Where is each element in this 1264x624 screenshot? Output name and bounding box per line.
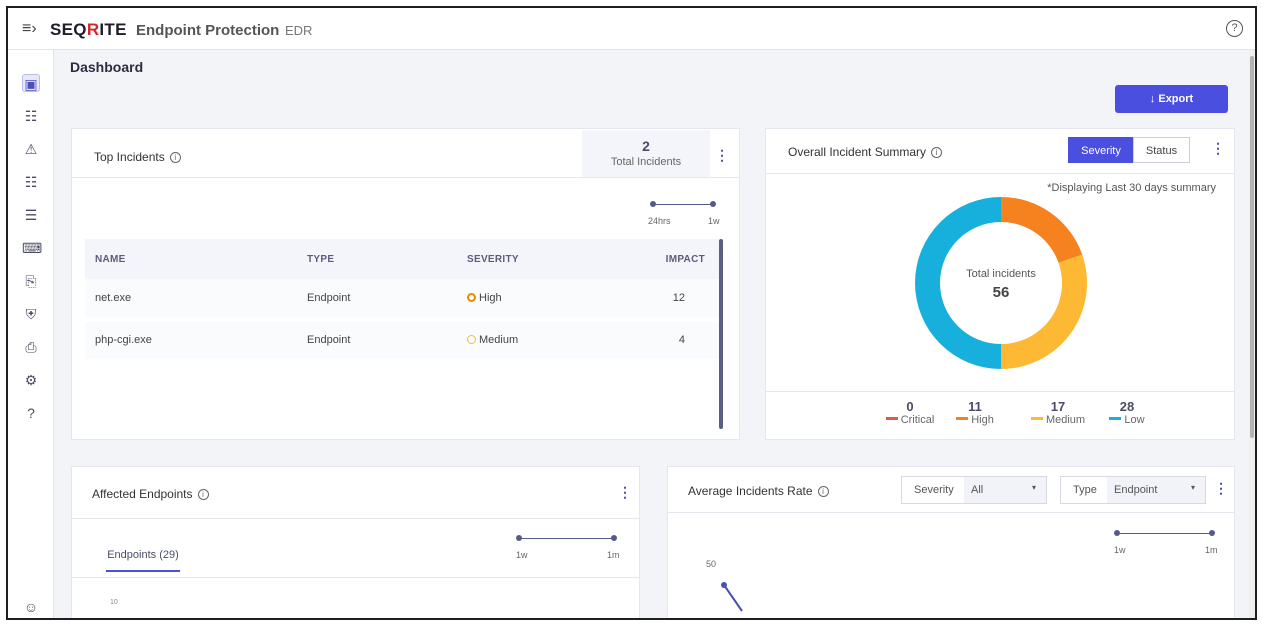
incidents-table: NAME TYPE SEVERITY IMPACT net.exe Endpoi… [85,239,719,359]
type-select[interactable]: Type Endpoint ▾ [1060,476,1206,504]
tab-status[interactable]: Status [1133,137,1190,163]
sidebar-item-filters[interactable]: ☰ [22,206,40,224]
incident-summary-card: Overall Incident Summary i Severity Statu… [765,128,1235,440]
legend-critical: 0 Critical [875,399,945,426]
menu-collapse-icon[interactable]: ≡› [22,20,37,38]
gear-icon: ⚙ [24,372,38,388]
top-bar: ≡› SEQRITE Endpoint Protection EDR ? [8,8,1255,50]
range-handle-start[interactable] [1114,530,1120,536]
terminal-icon: ⌨ [22,240,43,256]
sidebar-item-incidents[interactable]: ☷ [22,107,40,125]
document-icon: ⎙ [25,339,37,355]
sidebar-item-endpoints[interactable]: ☷ [22,173,40,191]
more-options-icon[interactable]: ⋮ [1211,140,1225,157]
total-incidents-box: 2 Total Incidents [582,130,710,177]
sidebar-item-settings[interactable]: ⚙ [22,371,40,389]
card-title: Average Incidents Rate i [688,484,829,498]
sidebar: ▣ ☷ ⚠ ☷ ☰ ⌨ ⎘ ⛨ ⎙ ⚙ ? ☺ [8,50,54,618]
brand-logo: SEQRITE [50,20,127,39]
top-incidents-card: Top Incidents i 2 Total Incidents ⋮ 24hrs… [71,128,740,440]
scrollbar-thumb[interactable] [1250,56,1254,438]
tab-endpoints[interactable]: Endpoints (29) [106,549,180,572]
total-incidents-count: 2 [642,138,650,154]
sidebar-item-console[interactable]: ⌨ [22,239,43,257]
card-title: Overall Incident Summary i [788,145,943,159]
export-button[interactable]: ↓ Export [1115,85,1228,113]
help-circle-icon[interactable]: ? [1226,20,1243,37]
affected-endpoints-card: Affected Endpoints i ⋮ 1w 1m Endpoints (2… [71,466,640,618]
legend-medium: 17 Medium [1023,399,1093,426]
file-search-icon: ⎘ [25,273,37,289]
rate-line-chart [721,582,743,612]
grid-icon: ☷ [24,174,38,190]
tab-severity[interactable]: Severity [1068,137,1134,163]
list-icon: ☷ [24,108,38,124]
filter-list-icon: ☰ [24,207,38,223]
sidebar-item-reports[interactable]: ⎙ [22,338,40,356]
time-range-scale[interactable]: 1w 1m [514,533,624,563]
table-scrollbar[interactable] [719,239,723,429]
more-options-icon[interactable]: ⋮ [715,147,729,164]
info-icon[interactable]: i [169,152,181,163]
user-circle-icon: ☺ [23,599,39,615]
sidebar-item-user[interactable]: ☺ [22,598,40,616]
rate-line-segment [723,584,743,612]
donut-center-label: Total incidents [966,268,1036,280]
incident-donut-chart [915,197,1087,369]
table-row[interactable]: net.exe Endpoint High 12 [85,279,719,319]
table-header-row: NAME TYPE SEVERITY IMPACT [85,239,719,279]
page-title: Dashboard [70,59,144,75]
bar-chart-icon: ▣ [24,76,38,92]
shield-icon: ⛨ [25,306,37,322]
chevron-down-icon: ▾ [1190,483,1195,492]
donut-slice-high[interactable] [1001,197,1083,263]
time-range-scale[interactable]: 24hrs 1w [648,199,720,229]
y-axis-max: 50 [706,559,717,569]
donut-center-value: 56 [992,284,1010,301]
product-name: Endpoint Protection [136,22,280,39]
time-range-scale[interactable]: 1w 1m [1112,528,1222,558]
sidebar-item-files[interactable]: ⎘ [22,272,40,290]
module-name: EDR [285,23,313,38]
info-icon[interactable]: i [817,486,829,497]
card-title: Affected Endpoints i [92,487,209,501]
card-title: Top Incidents i [94,150,181,164]
range-handle-start[interactable] [650,201,656,207]
chevron-down-icon: ▾ [1031,483,1036,492]
question-icon: ? [27,405,35,421]
more-options-icon[interactable]: ⋮ [1214,480,1228,497]
range-handle-end[interactable] [1209,530,1215,536]
table-row[interactable]: php-cgi.exe Endpoint Medium 4 [85,319,719,359]
legend-low: 28 Low [1092,399,1162,426]
severity-high-icon [467,292,476,302]
sidebar-item-dashboard[interactable]: ▣ [22,74,40,92]
sidebar-item-help[interactable]: ? [22,404,40,422]
average-incidents-rate-card: Average Incidents Rate i Severity All ▾ T… [667,466,1235,618]
donut-slice-low[interactable] [915,197,1001,369]
warning-icon: ⚠ [24,141,38,157]
severity-select[interactable]: Severity All ▾ [901,476,1047,504]
page-scrollbar[interactable] [1249,50,1255,618]
app-window: ≡› SEQRITE Endpoint Protection EDR ? ▣ ☷… [6,6,1257,620]
legend-high: 11 High [940,399,1010,426]
total-incidents-label: Total Incidents [610,156,682,168]
info-icon[interactable]: i [931,147,943,158]
range-handle-end[interactable] [611,535,617,541]
info-icon[interactable]: i [197,489,209,500]
range-handle-start[interactable] [516,535,522,541]
sidebar-item-policies[interactable]: ⛨ [22,305,40,323]
more-options-icon[interactable]: ⋮ [618,484,632,501]
severity-medium-icon [467,335,476,345]
y-axis-max: 10 [110,599,118,606]
sidebar-item-alerts[interactable]: ⚠ [22,140,40,158]
range-handle-end[interactable] [710,201,716,207]
